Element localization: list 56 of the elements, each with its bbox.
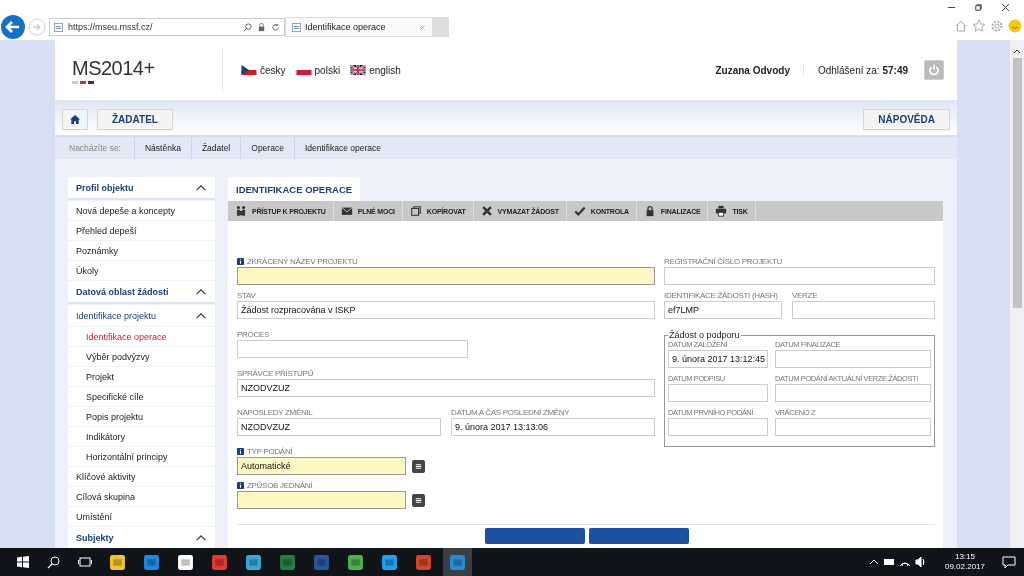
breadcrumb-link[interactable]: Operace xyxy=(241,137,295,159)
sidebar-item[interactable]: Indikátory xyxy=(68,427,215,446)
sidebar-item[interactable]: Nová depeše a koncepty xyxy=(68,201,215,220)
sidebar-item[interactable]: Výběr podvýzvy xyxy=(68,347,215,366)
input-field[interactable]: NZODVZUZ xyxy=(237,418,441,436)
sidebar-section[interactable]: Datová oblast žádosti xyxy=(68,281,215,304)
input-field[interactable]: 9. února 2017 13:13:06 xyxy=(451,418,655,436)
sidebar-item[interactable]: Poznámky xyxy=(68,241,215,260)
input-field[interactable]: ef7LMP xyxy=(664,301,782,319)
sidebar-item[interactable]: Umístění xyxy=(68,507,215,526)
field-label: PROCES xyxy=(237,330,270,339)
sidebar-item[interactable]: Přehled depeší xyxy=(68,221,215,240)
group-title: Žádost o podporu xyxy=(668,330,741,340)
logo: MS2014+ xyxy=(72,49,223,91)
input-field[interactable]: 9. února 2017 13:12:45 xyxy=(668,350,768,368)
page-tab[interactable]: IDENTIFIKACE OPERACE xyxy=(228,177,361,201)
field-label: NAPOSLEDY ZMĚNIL xyxy=(237,408,314,417)
sidebar-item[interactable]: Cílová skupina xyxy=(68,487,215,506)
language-link[interactable]: english xyxy=(350,64,401,76)
clock-time: 13:15 xyxy=(954,552,975,562)
breadcrumb-link[interactable]: Žadatel xyxy=(191,137,242,159)
sidebar-section[interactable]: Profil objektu xyxy=(68,177,215,200)
language-link[interactable]: polski xyxy=(295,64,341,76)
field-label: SPRÁVCE PŘÍSTUPŮ xyxy=(237,369,315,378)
field-label: ZKRÁCENÝ NÁZEV PROJEKTU xyxy=(237,257,655,266)
breadcrumb-link[interactable]: Identifikace operace xyxy=(294,137,391,159)
url-text: https://mseu.mssf.cz/ xyxy=(68,22,154,32)
field-label: TYP PODÁNÍ xyxy=(237,447,425,456)
sidebar-section[interactable]: Subjekty xyxy=(68,527,215,548)
field-label: IDENTIFIKACE ŽÁDOSTI (HASH) xyxy=(664,291,779,300)
language-link[interactable]: česky xyxy=(241,64,286,76)
clock-date: 09.02.2017 xyxy=(944,562,985,572)
sidebar-item[interactable]: Specifické cíle xyxy=(68,387,215,406)
role-button[interactable]: ŽADATEL xyxy=(97,108,173,130)
address-bar[interactable]: https://mseu.mssf.cz/ xyxy=(49,18,285,36)
help-button[interactable]: NÁPOVĚDA xyxy=(863,108,950,130)
input-field[interactable]: Automatické xyxy=(237,457,406,475)
field-label: REGISTRAČNÍ ČÍSLO PROJEKTU xyxy=(664,257,783,266)
input-field[interactable]: Žádost rozpracována v ISKP xyxy=(237,301,655,319)
input-field[interactable]: NZODVZUZ xyxy=(237,379,655,397)
field-label: VERZE xyxy=(792,291,819,300)
user-name: Zuzana Odvody xyxy=(715,64,804,76)
sidebar-item[interactable]: Identifikace operace xyxy=(68,327,215,346)
breadcrumb-label: Nacházíte se: xyxy=(55,137,135,159)
sidebar-item[interactable]: Identifikace projektu xyxy=(68,305,215,326)
breadcrumb-link[interactable]: Nástěnka xyxy=(135,137,192,159)
sidebar-item[interactable]: Klíčové aktivity xyxy=(68,467,215,486)
sidebar-item[interactable]: Horizontální principy xyxy=(68,447,215,466)
field-label: STAV xyxy=(237,291,257,300)
logout-timer: Odhlášení za: 57:49 xyxy=(817,64,908,76)
field-label: ZPŮSOB JEDNÁNÍ xyxy=(237,481,425,490)
field-label: DATUM A ČAS POSLEDNÍ ZMĚNY xyxy=(451,408,571,417)
sidebar-item[interactable]: Projekt xyxy=(68,367,215,386)
sidebar-item[interactable]: Popis projektu xyxy=(68,407,215,426)
browser-tab[interactable]: Identifikace operace xyxy=(285,17,433,37)
sidebar-item[interactable]: Úkoly xyxy=(68,261,215,280)
